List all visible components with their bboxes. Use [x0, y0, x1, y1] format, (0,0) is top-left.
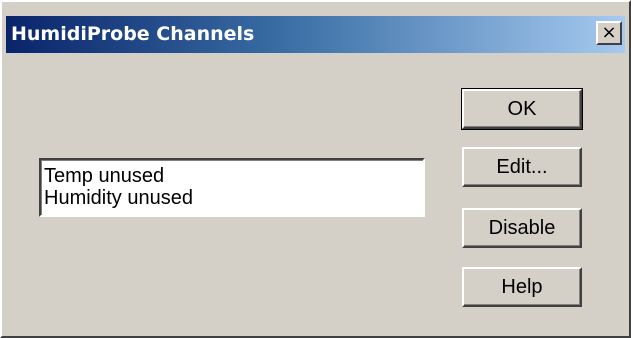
disable-button[interactable]: Disable	[462, 208, 582, 248]
title-bar[interactable]: HumidiProbe Channels ×	[6, 16, 625, 53]
list-item-temp[interactable]: Temp unused	[44, 165, 423, 187]
list-item-humidity[interactable]: Humidity unused	[44, 187, 423, 209]
edit-button[interactable]: Edit...	[462, 147, 582, 187]
channels-listbox[interactable]: Temp unused Humidity unused	[39, 158, 425, 217]
window-title: HumidiProbe Channels	[11, 23, 255, 45]
ok-button[interactable]: OK	[461, 88, 583, 130]
close-icon: ×	[601, 22, 617, 43]
close-button[interactable]: ×	[596, 21, 622, 45]
help-button[interactable]: Help	[462, 267, 582, 307]
humidiprobe-channels-dialog: HumidiProbe Channels × Temp unused Humid…	[0, 0, 631, 338]
